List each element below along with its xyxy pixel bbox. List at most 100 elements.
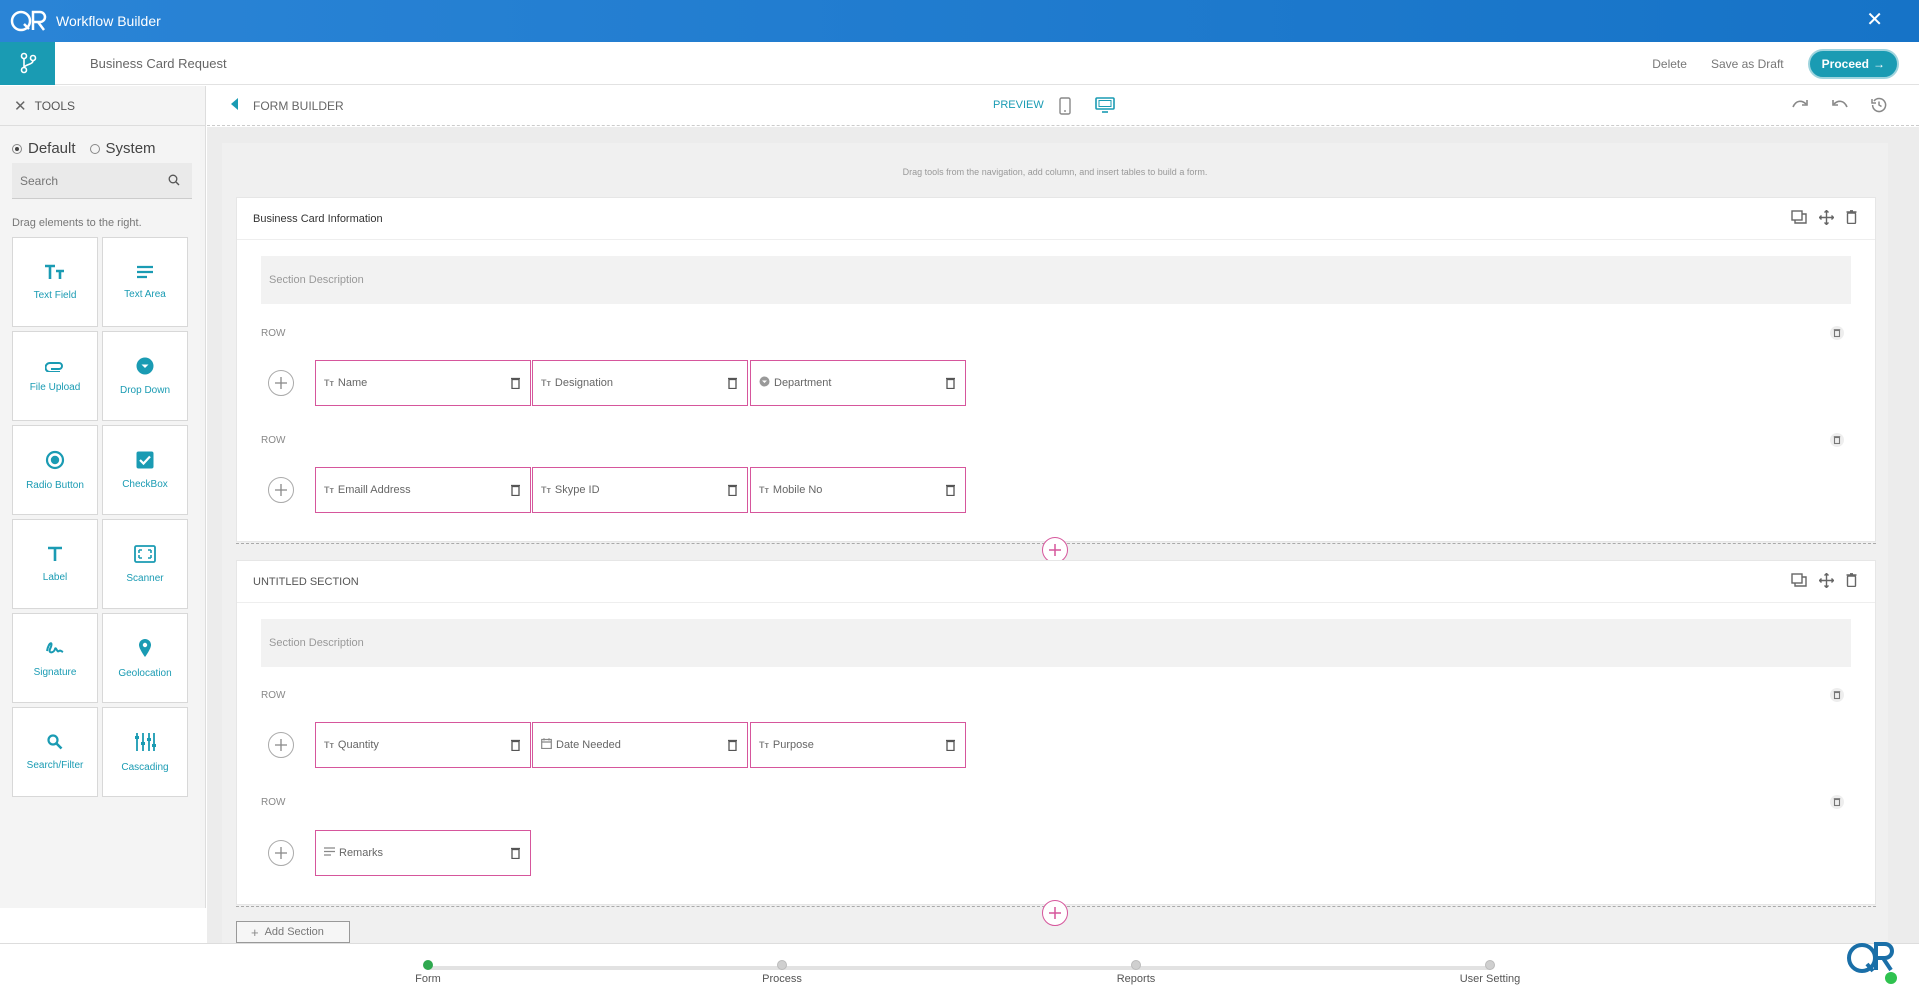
row-label: ROW <box>261 435 286 446</box>
drag-hint: Drag elements to the right. <box>12 217 142 229</box>
dropdown-icon <box>759 376 770 390</box>
search-icon[interactable] <box>168 174 180 189</box>
trash-icon[interactable] <box>946 739 955 754</box>
add-column-button[interactable] <box>268 370 294 396</box>
move-icon[interactable] <box>1818 572 1835 591</box>
tools-search-input[interactable] <box>20 173 160 188</box>
step-reports[interactable]: Reports <box>1076 960 1196 985</box>
qr-assistant-avatar[interactable] <box>1845 934 1899 986</box>
tool-geolocation[interactable]: Geolocation <box>102 613 188 703</box>
tool-label: CheckBox <box>122 478 168 490</box>
tool-scanner[interactable]: Scanner <box>102 519 188 609</box>
preview-button[interactable]: PREVIEW <box>993 99 1044 111</box>
field-remarks[interactable]: Remarks <box>315 830 531 876</box>
collapse-left-icon[interactable] <box>231 98 239 113</box>
tools-title: TOOLS <box>34 98 76 113</box>
field-label: Emaill Address <box>337 484 411 496</box>
tool-search-filter[interactable]: Search/Filter <box>12 707 98 797</box>
trash-icon[interactable] <box>511 847 520 862</box>
step-user-setting[interactable]: User Setting <box>1430 960 1550 985</box>
field-designation[interactable]: Tт Designation <box>532 360 748 406</box>
duplicate-icon[interactable] <box>1791 573 1807 591</box>
field-name[interactable]: Tт Name <box>315 360 531 406</box>
move-icon[interactable] <box>1818 209 1835 228</box>
form-name: Business Card Request <box>90 55 227 71</box>
step-form[interactable]: Form <box>368 960 488 985</box>
section-description[interactable]: Section Description <box>261 619 1851 667</box>
tool-cascading[interactable]: Cascading <box>102 707 188 797</box>
field-email[interactable]: Tт Emaill Address <box>315 467 531 513</box>
tool-label: File Upload <box>29 381 81 393</box>
tool-signature[interactable]: Signature <box>12 613 98 703</box>
field-date-needed[interactable]: Date Needed <box>532 722 748 768</box>
section-description[interactable]: Section Description <box>261 256 1851 304</box>
undo-icon[interactable] <box>1831 97 1849 116</box>
row-trash-icon[interactable] <box>1830 688 1891 705</box>
row-label: ROW <box>261 328 286 339</box>
row-label: ROW <box>261 690 286 701</box>
redo-icon[interactable] <box>1791 97 1809 116</box>
text-field-icon: Tт <box>541 378 551 388</box>
section-header: Business Card Information <box>237 198 1875 240</box>
step-process[interactable]: Process <box>722 960 842 985</box>
tool-radio-button[interactable]: Radio Button <box>12 425 98 515</box>
trash-icon[interactable] <box>511 484 520 499</box>
add-section-label: Add Section <box>264 926 324 938</box>
qr-logo-icon <box>10 6 48 36</box>
field-quantity[interactable]: Tт Quantity <box>315 722 531 768</box>
trash-icon[interactable] <box>511 739 520 754</box>
step-dot <box>777 960 787 970</box>
add-column-button[interactable] <box>268 840 294 866</box>
trash-icon[interactable] <box>728 377 737 392</box>
tool-label: Drop Down <box>119 384 171 396</box>
workflow-branch-icon[interactable] <box>0 41 55 85</box>
app-title: Workflow Builder <box>56 13 161 29</box>
trash-icon[interactable] <box>946 377 955 392</box>
mobile-preview-icon[interactable] <box>1059 97 1071 118</box>
field-department[interactable]: Department <box>750 360 966 406</box>
save-draft-button[interactable]: Save as Draft <box>1711 57 1784 71</box>
tool-text-area[interactable]: Text Area <box>102 237 188 327</box>
section-title[interactable]: Business Card Information <box>253 213 383 225</box>
history-icon[interactable] <box>1871 97 1887 116</box>
trash-icon[interactable] <box>728 484 737 499</box>
trash-icon[interactable] <box>1846 210 1857 228</box>
text-area-icon <box>136 265 154 279</box>
delete-button[interactable]: Delete <box>1652 57 1687 71</box>
tool-checkbox[interactable]: CheckBox <box>102 425 188 515</box>
section-title[interactable]: UNTITLED SECTION <box>253 576 359 588</box>
duplicate-icon[interactable] <box>1791 210 1807 228</box>
tool-file-upload[interactable]: File Upload <box>12 331 98 421</box>
row-trash-icon[interactable] <box>1830 795 1891 812</box>
add-column-button[interactable] <box>268 732 294 758</box>
arrow-right-icon: → <box>1873 57 1885 71</box>
step-dot <box>1485 960 1495 970</box>
desktop-preview-icon[interactable] <box>1095 97 1115 116</box>
add-section-button[interactable]: + Add Section <box>236 921 350 943</box>
close-icon[interactable]: ✕ <box>1866 10 1883 30</box>
tool-text-field[interactable]: Text Field <box>12 237 98 327</box>
row-label: ROW <box>261 797 286 808</box>
trash-icon[interactable] <box>511 377 520 392</box>
add-column-button[interactable] <box>268 477 294 503</box>
insert-section-button[interactable] <box>1042 900 1068 926</box>
tool-label: Radio Button <box>26 479 84 491</box>
radio-system[interactable] <box>89 143 100 154</box>
tool-label-element[interactable]: Label <box>12 519 98 609</box>
radio-default[interactable] <box>12 143 22 154</box>
tool-drop-down[interactable]: Drop Down <box>102 331 188 421</box>
radio-default-label: Default <box>28 140 76 157</box>
radio-system-label: System <box>105 140 156 157</box>
trash-icon[interactable] <box>946 484 955 499</box>
trash-icon[interactable] <box>1846 573 1857 591</box>
field-purpose[interactable]: Tт Purpose <box>750 722 966 768</box>
trash-icon[interactable] <box>728 739 737 754</box>
row-trash-icon[interactable] <box>1830 433 1891 450</box>
tools-search <box>12 163 192 199</box>
field-skype[interactable]: Tт Skype ID <box>532 467 748 513</box>
field-mobile[interactable]: Tт Mobile No <box>750 467 966 513</box>
close-tools-icon[interactable]: ✕ <box>14 97 27 115</box>
row-trash-icon[interactable] <box>1830 326 1891 343</box>
step-label: Form <box>415 973 441 985</box>
proceed-button[interactable]: Proceed → <box>1807 49 1899 79</box>
